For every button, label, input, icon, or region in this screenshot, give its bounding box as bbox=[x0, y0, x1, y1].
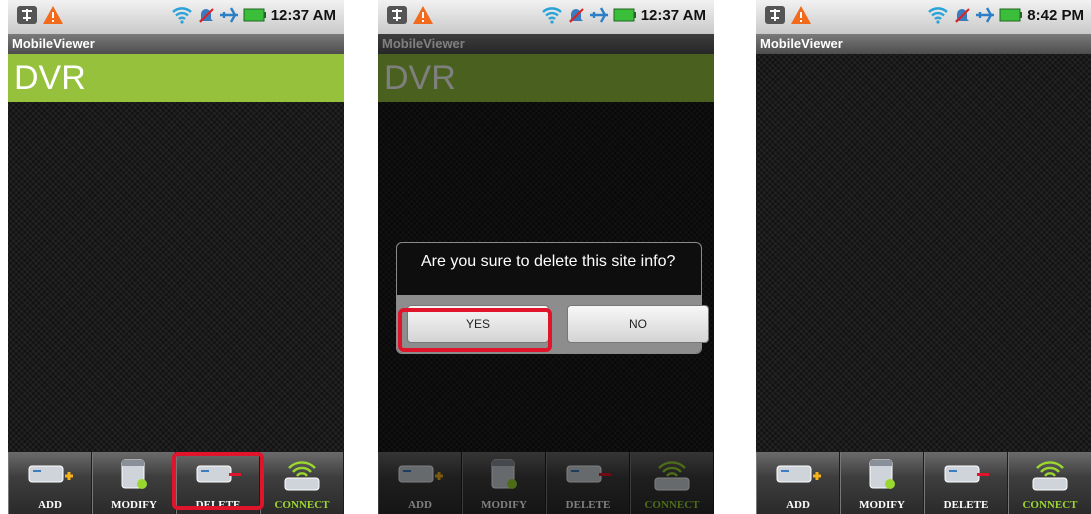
connect-label: CONNECT bbox=[274, 499, 330, 511]
warning-icon bbox=[413, 6, 433, 24]
battery-icon bbox=[613, 8, 636, 22]
status-bar: 8:42 PM bbox=[756, 0, 1091, 34]
no-button[interactable]: NO bbox=[567, 305, 709, 343]
wifi-icon bbox=[171, 7, 192, 24]
airplane-icon bbox=[219, 7, 238, 23]
status-bar: 12:37 AM bbox=[8, 0, 344, 34]
site-name: DVR bbox=[14, 59, 86, 97]
silent-icon bbox=[955, 8, 971, 23]
delete-label: DELETE bbox=[943, 499, 989, 511]
screen-site-list: 12:37 AM MobileViewer DVR ADD MODIFY DEL… bbox=[8, 0, 344, 514]
wifi-icon bbox=[928, 7, 949, 24]
usb-icon bbox=[17, 6, 37, 24]
modify-label: MODIFY bbox=[859, 499, 905, 511]
silent-icon bbox=[568, 8, 584, 23]
screen-site-deleted: 8:42 PM MobileViewer ADD MODIFY DELETE C… bbox=[756, 0, 1091, 514]
yes-highlight bbox=[398, 308, 552, 352]
app-title: MobileViewer bbox=[12, 36, 95, 51]
modify-label: MODIFY bbox=[111, 499, 157, 511]
connect-icon bbox=[1032, 461, 1068, 491]
status-time: 12:37 AM bbox=[270, 6, 336, 24]
modify-button[interactable]: MODIFY bbox=[92, 452, 176, 514]
connect-button[interactable]: CONNECT bbox=[1008, 452, 1091, 514]
battery-icon bbox=[243, 8, 266, 22]
add-label: ADD bbox=[38, 499, 62, 511]
screen-delete-confirm: 12:37 AM MobileViewer DVR ADD MODIFY DEL… bbox=[378, 0, 714, 514]
app-title-bar: MobileViewer bbox=[8, 34, 344, 54]
usb-icon bbox=[387, 6, 407, 24]
battery-icon bbox=[999, 8, 1023, 22]
status-time: 12:37 AM bbox=[640, 6, 706, 24]
modify-button[interactable]: MODIFY bbox=[840, 452, 924, 514]
delete-icon bbox=[944, 465, 989, 483]
add-button[interactable]: ADD bbox=[8, 452, 92, 514]
app-title-bar: MobileViewer bbox=[756, 34, 1091, 54]
airplane-icon bbox=[976, 7, 995, 23]
add-icon bbox=[776, 465, 821, 483]
add-button[interactable]: ADD bbox=[756, 452, 840, 514]
dialog-message: Are you sure to delete this site info? bbox=[421, 253, 676, 270]
delete-button[interactable]: DELETE bbox=[924, 452, 1008, 514]
connect-label: CONNECT bbox=[1022, 499, 1078, 511]
modify-icon bbox=[869, 459, 895, 489]
add-icon bbox=[28, 465, 73, 483]
connect-button[interactable]: CONNECT bbox=[260, 452, 344, 514]
app-title: MobileViewer bbox=[760, 36, 843, 51]
connect-icon bbox=[284, 461, 320, 491]
add-label: ADD bbox=[786, 499, 810, 511]
status-time: 8:42 PM bbox=[1027, 6, 1084, 24]
usb-icon bbox=[765, 6, 785, 24]
modify-icon bbox=[121, 459, 147, 489]
wifi-icon bbox=[541, 7, 562, 24]
warning-icon bbox=[791, 6, 811, 24]
silent-icon bbox=[198, 8, 214, 23]
delete-highlight bbox=[172, 452, 264, 510]
airplane-icon bbox=[589, 7, 608, 23]
status-bar: 12:37 AM bbox=[378, 0, 714, 34]
bottom-toolbar: ADD MODIFY DELETE CONNECT bbox=[756, 452, 1091, 514]
warning-icon bbox=[43, 6, 63, 24]
site-list-item[interactable]: DVR bbox=[8, 54, 344, 102]
